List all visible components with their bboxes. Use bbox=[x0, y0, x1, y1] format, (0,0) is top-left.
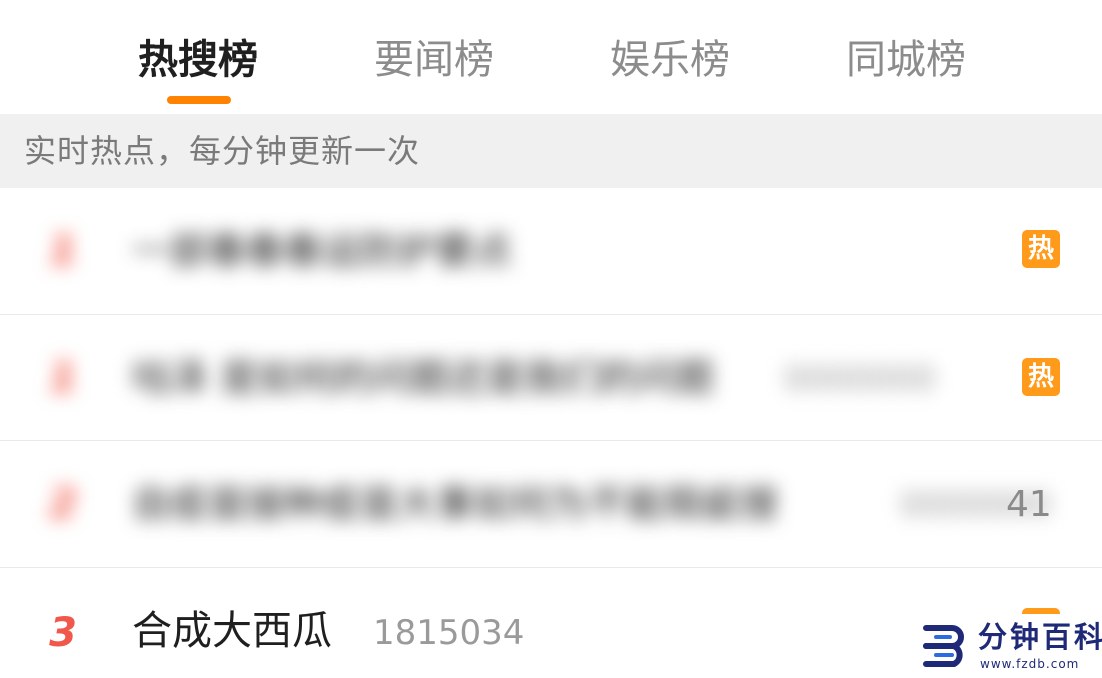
watermark-url: www.fzdb.com bbox=[980, 657, 1080, 671]
watermark-name: 分钟百科 bbox=[978, 620, 1102, 654]
list-item[interactable]: 1 咕泽 是如何的问题还是我们的问题 0000000 热 bbox=[0, 315, 1102, 440]
tab-bar: 热搜榜 要闻榜 娱乐榜 同城榜 bbox=[0, 0, 1102, 112]
watermark: 分钟百科 www.fzdb.com bbox=[914, 614, 1102, 678]
fzdb-logo-icon bbox=[923, 625, 964, 667]
topic-title[interactable]: 咕泽 是如何的问题还是我们的问题 bbox=[132, 353, 714, 403]
rank-number: 2 bbox=[49, 481, 77, 527]
tab-hot-search[interactable]: 热搜榜 bbox=[138, 34, 258, 86]
topic-title[interactable]: 合成大西瓜 bbox=[132, 606, 332, 656]
tab-local[interactable]: 同城榜 bbox=[846, 34, 966, 86]
active-tab-indicator bbox=[167, 96, 231, 104]
list-item[interactable]: 2 自疫苗接种疫苗大事如何为不能瑕疵搜 0000000 41 bbox=[0, 441, 1102, 567]
tab-news[interactable]: 要闻榜 bbox=[374, 34, 494, 86]
update-notice-text: 实时热点，每分钟更新一次 bbox=[24, 132, 421, 170]
rank-number: 1 bbox=[49, 228, 77, 274]
list-item[interactable]: 1 一部春春春运防护要点 热 bbox=[0, 188, 1102, 314]
hot-search-page: 热搜榜 要闻榜 娱乐榜 同城榜 实时热点，每分钟更新一次 1 一部春春春运防护要… bbox=[0, 0, 1102, 678]
search-count: 0000000 bbox=[784, 359, 936, 399]
topic-title[interactable]: 自疫苗接种疫苗大事如何为不能瑕疵搜 bbox=[132, 479, 778, 529]
search-count: 1815034 bbox=[373, 613, 525, 653]
tab-entertainment[interactable]: 娱乐榜 bbox=[610, 34, 730, 86]
update-notice-bar: 实时热点，每分钟更新一次 bbox=[0, 114, 1102, 188]
rank-number: 1 bbox=[49, 355, 77, 401]
topic-title[interactable]: 一部春春春运防护要点 bbox=[132, 226, 512, 276]
hot-badge-icon: 热 bbox=[1022, 358, 1060, 396]
search-count-tail: 41 bbox=[1006, 484, 1052, 525]
hot-badge-icon: 热 bbox=[1022, 230, 1060, 268]
rank-number: 3 bbox=[49, 610, 77, 656]
